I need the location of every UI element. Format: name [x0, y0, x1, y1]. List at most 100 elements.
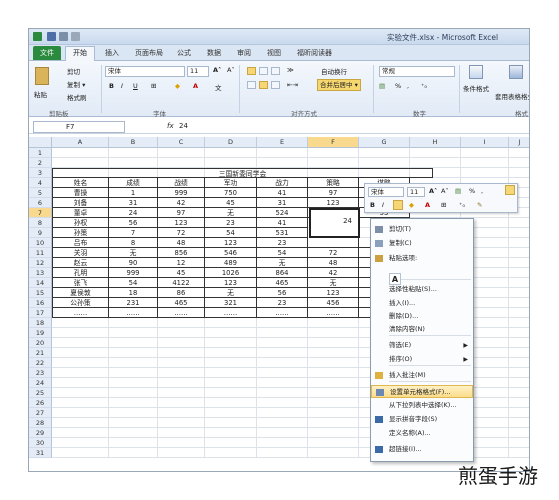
grid-cell[interactable] [205, 348, 257, 358]
copy-button[interactable]: 复制 ▾ [67, 79, 85, 89]
table-cell[interactable]: 42 [308, 268, 359, 278]
table-cell[interactable]: …… [205, 308, 257, 318]
column-header-a[interactable]: A [52, 137, 109, 148]
grid-cell[interactable] [509, 218, 529, 228]
number-format-select[interactable]: 常规 [379, 66, 455, 77]
row-header-10[interactable]: 10 [29, 238, 52, 248]
mini-border-icon[interactable]: ⊞ [441, 201, 446, 209]
grid-cell[interactable] [52, 148, 109, 158]
table-cell[interactable]: 90 [109, 258, 158, 268]
grid-cell[interactable] [109, 428, 158, 438]
grid-cell[interactable] [509, 318, 529, 328]
table-cell[interactable]: 123 [205, 278, 257, 288]
row-header-15[interactable]: 15 [29, 288, 52, 298]
grid-cell[interactable] [461, 168, 509, 178]
grid-cell[interactable] [158, 318, 205, 328]
grid-cell[interactable] [158, 328, 205, 338]
row-header-27[interactable]: 27 [29, 408, 52, 418]
tab-formulas[interactable]: 公式 [177, 48, 191, 58]
border-icon[interactable]: ⊞ [151, 82, 156, 90]
column-header-b[interactable]: B [109, 137, 158, 148]
grid-cell[interactable] [205, 398, 257, 408]
grid-cell[interactable] [509, 148, 529, 158]
table-cell[interactable]: 无 [205, 208, 257, 218]
grid-cell[interactable] [509, 278, 529, 288]
table-cell[interactable] [308, 238, 359, 248]
table-cell[interactable]: 531 [257, 228, 308, 238]
table-cell[interactable]: 42 [158, 198, 205, 208]
table-cell[interactable]: 465 [158, 298, 205, 308]
row-header-19[interactable]: 19 [29, 328, 52, 338]
grid-cell[interactable] [509, 398, 529, 408]
tab-insert[interactable]: 插入 [105, 48, 119, 58]
tab-page-layout[interactable]: 页面布局 [135, 48, 163, 58]
grid-cell[interactable] [308, 398, 359, 408]
table-cell[interactable]: 856 [158, 248, 205, 258]
grid-cell[interactable] [52, 358, 109, 368]
grid-cell[interactable] [109, 398, 158, 408]
grid-cell[interactable] [109, 148, 158, 158]
undo-icon[interactable] [59, 32, 68, 41]
column-header-i[interactable]: I [461, 137, 509, 148]
grid-cell[interactable] [205, 358, 257, 368]
row-header-31[interactable]: 31 [29, 448, 52, 458]
row-header-14[interactable]: 14 [29, 278, 52, 288]
grid-cell[interactable] [158, 348, 205, 358]
grid-cell[interactable] [410, 158, 461, 168]
table-cell[interactable]: 公孙策 [52, 298, 109, 308]
mini-format-painter-icon[interactable]: ✎ [477, 201, 482, 209]
table-header-cell[interactable]: 成绩 [109, 178, 158, 188]
table-header-cell[interactable]: 战力 [257, 178, 308, 188]
table-cell[interactable]: 86 [158, 288, 205, 298]
grid-cell[interactable] [52, 448, 109, 458]
paste-option-keep-formatting-icon[interactable]: A [389, 273, 401, 285]
row-header-17[interactable]: 17 [29, 308, 52, 318]
table-cell[interactable]: 123 [308, 288, 359, 298]
grid-cell[interactable] [461, 158, 509, 168]
grid-cell[interactable] [205, 408, 257, 418]
row-header-2[interactable]: 2 [29, 158, 52, 168]
table-cell[interactable]: 18 [109, 288, 158, 298]
row-header-28[interactable]: 28 [29, 418, 52, 428]
grid-cell[interactable] [509, 158, 529, 168]
underline-button[interactable]: U [133, 82, 138, 90]
font-color-icon[interactable]: A [193, 82, 198, 90]
row-header-29[interactable]: 29 [29, 428, 52, 438]
mini-align-center-icon[interactable] [393, 200, 403, 210]
grid-cell[interactable] [509, 418, 529, 428]
table-format-button[interactable]: 套用表格格式 [495, 91, 529, 101]
format-painter-button[interactable]: 格式刷 [67, 92, 87, 102]
grid-cell[interactable] [109, 408, 158, 418]
sheet-title-cell[interactable]: 三国新委同学会 [52, 168, 433, 178]
grid-cell[interactable] [509, 268, 529, 278]
grid-cell[interactable] [359, 148, 410, 158]
grid-cell[interactable] [257, 148, 308, 158]
grid-cell[interactable] [158, 418, 205, 428]
row-header-12[interactable]: 12 [29, 258, 52, 268]
grid-cell[interactable] [308, 148, 359, 158]
grid-cell[interactable] [257, 428, 308, 438]
table-cell[interactable]: 72 [158, 228, 205, 238]
grid-cell[interactable] [509, 368, 529, 378]
grid-cell[interactable] [52, 388, 109, 398]
grid-cell[interactable] [52, 428, 109, 438]
grid-cell[interactable] [308, 418, 359, 428]
table-cell[interactable]: 无 [109, 248, 158, 258]
grid-cell[interactable] [52, 418, 109, 428]
grid-cell[interactable] [158, 358, 205, 368]
grid-cell[interactable] [308, 448, 359, 458]
grid-cell[interactable] [109, 338, 158, 348]
grid-cell[interactable] [52, 338, 109, 348]
grid-cell[interactable] [158, 398, 205, 408]
grid-cell[interactable] [509, 408, 529, 418]
context-menu-item[interactable]: 设置单元格格式(F)... [371, 385, 473, 398]
grid-cell[interactable] [509, 168, 529, 178]
table-cell[interactable]: 8 [109, 238, 158, 248]
table-cell[interactable]: 31 [257, 198, 308, 208]
mini-font-color-icon[interactable]: A [425, 201, 430, 209]
table-cell[interactable]: 54 [257, 248, 308, 258]
grid-cell[interactable] [109, 438, 158, 448]
row-header-24[interactable]: 24 [29, 378, 52, 388]
table-cell[interactable]: 41 [257, 188, 308, 198]
column-header-e[interactable]: E [257, 137, 308, 148]
